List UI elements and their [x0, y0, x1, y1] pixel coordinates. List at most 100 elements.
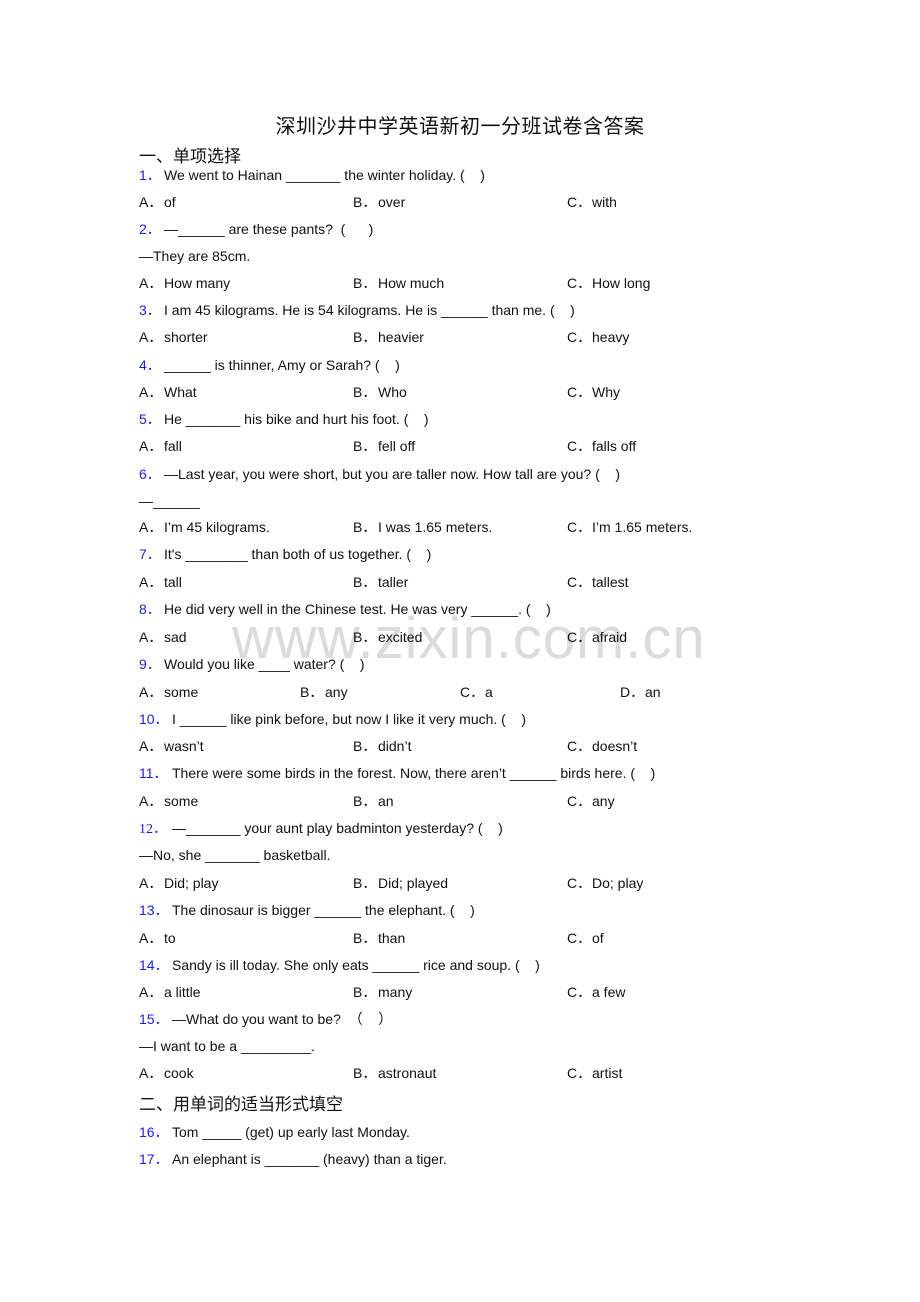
section-heading-fill-in: 二、用单词的适当形式填空: [139, 1095, 343, 1115]
question-stem: ______ is thinner, Amy or Sarah? ( ): [164, 357, 400, 373]
question-number: 7．: [139, 546, 161, 562]
question-number: 6．: [139, 466, 161, 482]
option-b: B． fell off: [353, 438, 416, 454]
question-stem: Sandy is ill today. She only eats ______…: [172, 957, 540, 973]
option-b: B． over: [353, 194, 406, 210]
question-number: 11．: [139, 765, 168, 781]
question-stem: I ______ like pink before, but now I lik…: [172, 711, 527, 727]
question-stem: An elephant is _______ (heavy) than a ti…: [172, 1151, 447, 1167]
option-b: B． excited: [353, 629, 423, 645]
question-stem: The dinosaur is bigger ______ the elepha…: [172, 902, 475, 918]
question-17: 17． An elephant is _______ (heavy) than a…: [139, 1150, 447, 1168]
question-number: 12．: [139, 822, 167, 837]
option-a: A． wasn’t: [139, 738, 204, 754]
question-number: 16．: [139, 1124, 169, 1140]
option-a: A． a little: [139, 984, 201, 1000]
question-stem: There were some birds in the forest. Now…: [172, 765, 656, 781]
question-stem: I am 45 kilograms. He is 54 kilograms. H…: [164, 302, 575, 318]
question-number: 8．: [139, 601, 161, 617]
question-number: 17．: [139, 1151, 169, 1167]
option-b: B． heavier: [353, 329, 424, 345]
question-12: 12． —_______ your aunt play badminton yes…: [139, 819, 503, 839]
question-11: 11． There were some birds in the forest. …: [139, 764, 655, 782]
question-stem: It's ________ than both of us together. …: [164, 546, 432, 562]
question-number: 2．: [139, 221, 161, 237]
option-c: C．heavy: [567, 329, 630, 345]
option-c: C．How long: [567, 275, 651, 291]
option-c: C．afraid: [567, 629, 628, 645]
question-2-response: —They are 85cm.: [139, 248, 251, 264]
option-b: B． I was 1.65 meters.: [353, 519, 493, 535]
question-number: 13．: [139, 902, 169, 918]
option-a: A． sad: [139, 629, 187, 645]
option-a: A． cook: [139, 1065, 194, 1081]
question-stem: He _______ his bike and hurt his foot. (…: [164, 411, 429, 427]
option-a: A． to: [139, 930, 176, 946]
option-b: B． any: [300, 684, 348, 700]
option-b: B． taller: [353, 574, 409, 590]
option-b: B． Did; played: [353, 875, 449, 891]
question-9: 9． Would you like ____ water? ( ): [139, 655, 365, 673]
option-b: B． How much: [353, 275, 445, 291]
question-16: 16． Tom _____ (get) up early last Monday.: [139, 1123, 410, 1141]
option-c: C．falls off: [567, 438, 637, 454]
option-c: C．I’m 1.65 meters.: [567, 519, 693, 535]
option-a: A． Did; play: [139, 875, 219, 891]
section-heading-multiple-choice: 一、单项选择: [139, 147, 241, 167]
option-c: C．any: [567, 793, 615, 809]
question-8: 8． He did very well in the Chinese test. …: [139, 600, 551, 618]
option-c: C．with: [567, 194, 617, 210]
question-number: 1．: [139, 167, 161, 183]
option-c: C．artist: [567, 1065, 623, 1081]
question-stem: —What do you want to be? （ ）: [172, 1011, 393, 1027]
question-13: 13． The dinosaur is bigger ______ the ele…: [139, 901, 475, 919]
question-3: 3． I am 45 kilograms. He is 54 kilograms.…: [139, 301, 575, 319]
option-c: C．a: [460, 684, 493, 700]
question-stem: We went to Hainan _______ the winter hol…: [164, 167, 485, 183]
question-1: 1． We went to Hainan _______ the winter h…: [139, 166, 485, 184]
question-2: 2． —______ are these pants? ( ): [139, 220, 373, 238]
question-number: 9．: [139, 656, 161, 672]
option-c: C．Do; play: [567, 875, 644, 891]
question-stem: —Last year, you were short, but you are …: [164, 466, 620, 482]
option-c: C．Why: [567, 384, 620, 400]
option-b: B． didn’t: [353, 738, 412, 754]
question-15-response: —I want to be a _________.: [139, 1038, 315, 1054]
option-c: C．a few: [567, 984, 626, 1000]
option-a: A． shorter: [139, 329, 208, 345]
option-c: C．of: [567, 930, 604, 946]
option-b: B． Who: [353, 384, 407, 400]
question-15: 15． —What do you want to be? （ ）: [139, 1010, 392, 1028]
question-6-response: —______: [139, 493, 200, 509]
option-b: B． an: [353, 793, 394, 809]
option-a: A． of: [139, 194, 176, 210]
question-stem: He did very well in the Chinese test. He…: [164, 601, 551, 617]
question-stem: —______ are these pants? ( ): [164, 221, 374, 237]
question-stem: Tom _____ (get) up early last Monday.: [172, 1124, 410, 1140]
option-a: A． What: [139, 384, 197, 400]
question-7: 7． It's ________ than both of us together…: [139, 545, 431, 563]
question-stem: Would you like ____ water? ( ): [164, 656, 365, 672]
option-b: B． astronaut: [353, 1065, 437, 1081]
question-stem: —_______ your aunt play badminton yester…: [172, 820, 503, 836]
question-number: 14．: [139, 957, 169, 973]
option-a: A． How many: [139, 275, 231, 291]
question-number: 10．: [139, 711, 169, 727]
option-d: D．an: [620, 684, 661, 700]
question-5: 5． He _______ his bike and hurt his foot.…: [139, 410, 429, 428]
question-number: 3．: [139, 302, 161, 318]
option-a: A． I’m 45 kilograms.: [139, 519, 270, 535]
option-b: B． than: [353, 930, 406, 946]
exam-page: www.zixin.com.cn 深圳沙井中学英语新初一分班试卷含答案 一、单项…: [0, 0, 920, 1302]
option-b: B． many: [353, 984, 413, 1000]
question-10: 10． I ______ like pink before, but now I …: [139, 710, 526, 728]
option-a: A． some: [139, 684, 199, 700]
question-number: 4．: [139, 357, 161, 373]
option-a: A． fall: [139, 438, 182, 454]
page-title: 深圳沙井中学英语新初一分班试卷含答案: [275, 114, 645, 138]
option-c: C．doesn’t: [567, 738, 638, 754]
option-c: C．tallest: [567, 574, 629, 590]
question-14: 14． Sandy is ill today. She only eats ___…: [139, 956, 540, 974]
question-number: 15．: [139, 1011, 169, 1027]
question-12-response: —No, she _______ basketball.: [139, 847, 331, 863]
